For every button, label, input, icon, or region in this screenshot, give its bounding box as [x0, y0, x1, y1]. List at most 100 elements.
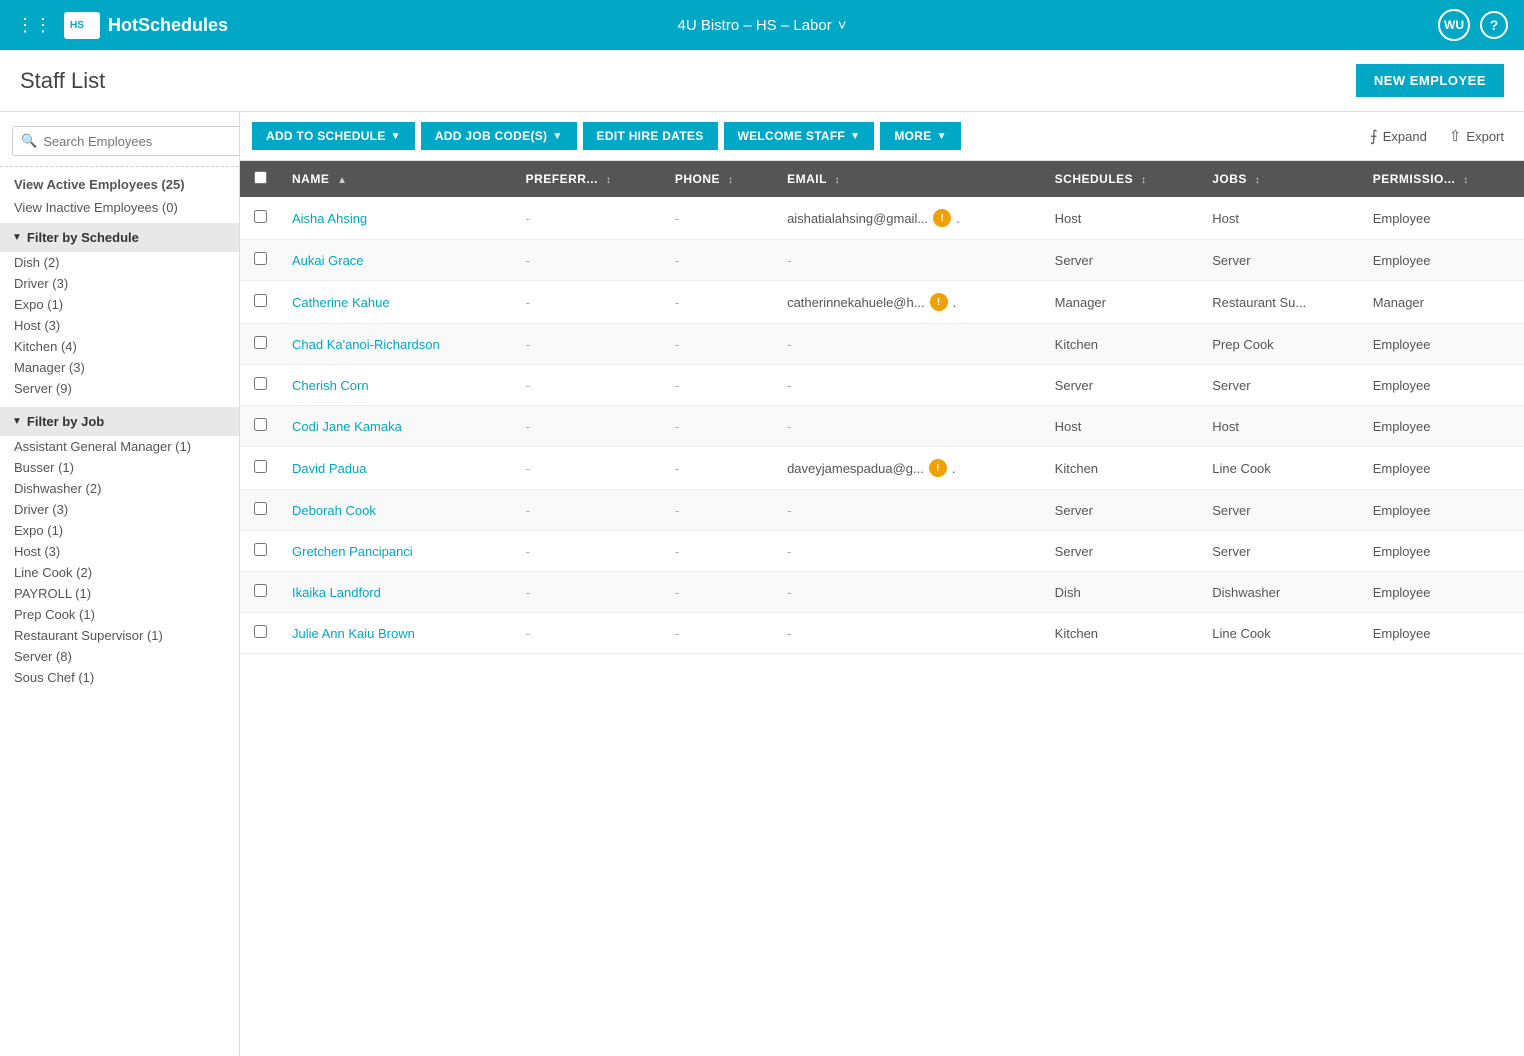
row-select-checkbox[interactable]	[254, 418, 267, 431]
row-select-checkbox[interactable]	[254, 336, 267, 349]
row-checkbox[interactable]	[240, 324, 280, 365]
job-filter-item[interactable]: Host (3)	[0, 541, 239, 562]
schedule-filter-item[interactable]: Expo (1)	[0, 294, 239, 315]
row-checkbox[interactable]	[240, 240, 280, 281]
col-preferred[interactable]: PREFERR... ↕	[514, 161, 663, 197]
col-phone[interactable]: PHONE ↕	[663, 161, 775, 197]
employee-email: -	[775, 531, 1043, 572]
export-icon: ⇧	[1449, 127, 1462, 145]
add-to-schedule-button[interactable]: ADD TO SCHEDULE ▼	[252, 122, 415, 150]
job-filter-item[interactable]: Restaurant Supervisor (1)	[0, 625, 239, 646]
row-select-checkbox[interactable]	[254, 584, 267, 597]
more-caret: ▼	[937, 131, 947, 142]
row-checkbox[interactable]	[240, 447, 280, 490]
employee-jobs: Host	[1200, 197, 1360, 240]
email-badge: !	[933, 209, 951, 227]
view-active-link[interactable]: View Active Employees (25)	[0, 173, 239, 196]
row-checkbox[interactable]	[240, 490, 280, 531]
row-select-checkbox[interactable]	[254, 543, 267, 556]
employee-name[interactable]: Aisha Ahsing	[280, 197, 514, 240]
schedule-filter-item[interactable]: Server (9)	[0, 378, 239, 399]
schedule-filter-item[interactable]: Host (3)	[0, 315, 239, 336]
employee-name[interactable]: Gretchen Pancipanci	[280, 531, 514, 572]
add-job-codes-button[interactable]: ADD JOB CODE(S) ▼	[421, 122, 577, 150]
avatar-button[interactable]: WU	[1438, 9, 1470, 41]
schedule-filter-item[interactable]: Kitchen (4)	[0, 336, 239, 357]
col-email[interactable]: EMAIL ↕	[775, 161, 1043, 197]
row-checkbox[interactable]	[240, 531, 280, 572]
expand-action[interactable]: ⨍ Expand	[1362, 123, 1435, 149]
schedule-filter-item[interactable]: Dish (2)	[0, 252, 239, 273]
welcome-staff-button[interactable]: WELCOME STAFF ▼	[724, 122, 875, 150]
more-button[interactable]: MORE ▼	[880, 122, 960, 150]
filter-by-schedule-header[interactable]: ▼ Filter by Schedule	[0, 223, 239, 252]
row-select-checkbox[interactable]	[254, 502, 267, 515]
col-jobs[interactable]: JOBS ↕	[1200, 161, 1360, 197]
col-permission[interactable]: PERMISSIO... ↕	[1361, 161, 1524, 197]
job-filter-item[interactable]: Prep Cook (1)	[0, 604, 239, 625]
grid-icon[interactable]: ⋮⋮	[16, 15, 52, 36]
job-filter-item[interactable]: Server (8)	[0, 646, 239, 667]
welcome-staff-caret: ▼	[850, 131, 860, 142]
employee-name[interactable]: Catherine Kahue	[280, 281, 514, 324]
sidebar: 🔍 View Active Employees (25) View Inacti…	[0, 112, 240, 1056]
job-filter-item[interactable]: PAYROLL (1)	[0, 583, 239, 604]
help-button[interactable]: ?	[1480, 11, 1508, 39]
row-select-checkbox[interactable]	[254, 377, 267, 390]
row-select-checkbox[interactable]	[254, 625, 267, 638]
view-inactive-link[interactable]: View Inactive Employees (0)	[0, 196, 239, 219]
col-schedules[interactable]: SCHEDULES ↕	[1043, 161, 1201, 197]
filter-by-job-header[interactable]: ▼ Filter by Job	[0, 407, 239, 436]
search-input[interactable]	[43, 134, 240, 149]
row-select-checkbox[interactable]	[254, 294, 267, 307]
row-checkbox[interactable]	[240, 365, 280, 406]
job-filter-item[interactable]: Assistant General Manager (1)	[0, 436, 239, 457]
edit-hire-dates-button[interactable]: EDIT HIRE DATES	[583, 122, 718, 150]
job-filter-item[interactable]: Expo (1)	[0, 520, 239, 541]
employee-name[interactable]: David Padua	[280, 447, 514, 490]
employee-email: -	[775, 613, 1043, 654]
select-all-checkbox[interactable]	[254, 171, 267, 184]
row-select-checkbox[interactable]	[254, 252, 267, 265]
table-row: Ikaika Landford - - - Dish Dishwasher Em…	[240, 572, 1524, 613]
employee-schedules: Server	[1043, 365, 1201, 406]
schedule-filter-item[interactable]: Driver (3)	[0, 273, 239, 294]
checkbox-header[interactable]	[240, 161, 280, 197]
employee-name[interactable]: Cherish Corn	[280, 365, 514, 406]
location-title: 4U Bistro – HS – Labor ˅	[677, 17, 846, 34]
row-select-checkbox[interactable]	[254, 460, 267, 473]
job-filter-item[interactable]: Line Cook (2)	[0, 562, 239, 583]
employee-jobs: Line Cook	[1200, 613, 1360, 654]
employee-name[interactable]: Chad Ka'anoi-Richardson	[280, 324, 514, 365]
employee-jobs: Prep Cook	[1200, 324, 1360, 365]
job-filter-item[interactable]: Driver (3)	[0, 499, 239, 520]
row-checkbox[interactable]	[240, 281, 280, 324]
col-name[interactable]: NAME ▲	[280, 161, 514, 197]
employee-name[interactable]: Codi Jane Kamaka	[280, 406, 514, 447]
row-checkbox[interactable]	[240, 197, 280, 240]
row-checkbox[interactable]	[240, 572, 280, 613]
job-filter-item[interactable]: Sous Chef (1)	[0, 667, 239, 688]
job-filter-item[interactable]: Dishwasher (2)	[0, 478, 239, 499]
employee-phone: -	[663, 572, 775, 613]
toolbar: ADD TO SCHEDULE ▼ ADD JOB CODE(S) ▼ EDIT…	[240, 112, 1524, 161]
employee-name[interactable]: Aukai Grace	[280, 240, 514, 281]
row-checkbox[interactable]	[240, 406, 280, 447]
employee-phone: -	[663, 613, 775, 654]
row-select-checkbox[interactable]	[254, 210, 267, 223]
table-row: Aukai Grace - - - Server Server Employee	[240, 240, 1524, 281]
row-checkbox[interactable]	[240, 613, 280, 654]
employee-email: -	[775, 406, 1043, 447]
employee-preferred: -	[514, 281, 663, 324]
job-filter-item[interactable]: Busser (1)	[0, 457, 239, 478]
employee-email: aishatialahsing@gmail...!.	[775, 197, 1043, 240]
employee-preferred: -	[514, 447, 663, 490]
new-employee-button[interactable]: NEW EMPLOYEE	[1356, 64, 1504, 97]
page-header: Staff List NEW EMPLOYEE	[0, 50, 1524, 112]
export-action[interactable]: ⇧ Export	[1441, 123, 1512, 149]
employee-name[interactable]: Ikaika Landford	[280, 572, 514, 613]
employee-name[interactable]: Deborah Cook	[280, 490, 514, 531]
schedule-filter-item[interactable]: Manager (3)	[0, 357, 239, 378]
employee-phone: -	[663, 406, 775, 447]
employee-name[interactable]: Julie Ann Kaiu Brown	[280, 613, 514, 654]
